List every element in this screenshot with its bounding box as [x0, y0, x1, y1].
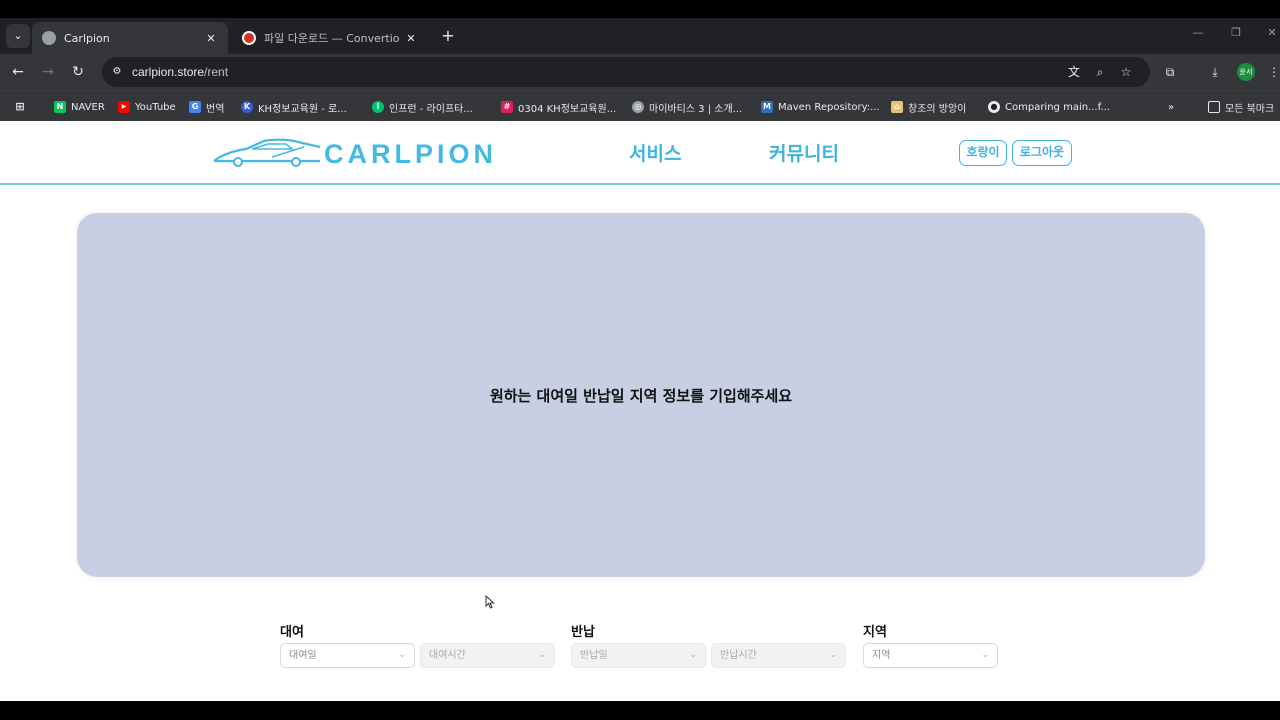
mouse-cursor-icon [485, 595, 495, 609]
naver-icon: N [54, 101, 66, 113]
url-text[interactable]: carlpion.store/rent [132, 65, 228, 79]
new-tab-button[interactable]: + [438, 26, 458, 46]
tab-carlpion[interactable]: Carlpion ✕ [32, 22, 228, 54]
extensions-icon[interactable]: ⧉ [1162, 64, 1178, 80]
close-icon[interactable]: ✕ [204, 32, 218, 45]
chevron-down-icon: ⌄ [829, 650, 837, 660]
reload-icon[interactable]: ↻ [68, 62, 88, 82]
bookmarks-bar: ⊞ N NAVER ▶ YouTube G 번역 K KH정보교육원 - 로... i인… [0, 90, 1280, 121]
nav-community[interactable]: 커뮤니티 [769, 139, 839, 166]
web-page: CARLPION 서비스 커뮤니티 호랑이 로그아웃 원하는 대여일 반납일 지… [0, 121, 1280, 701]
forward-icon[interactable]: → [38, 62, 58, 82]
google-translate-icon: G [189, 101, 201, 113]
bookmark-kh[interactable]: K KH정보교육원 - 로... [241, 99, 347, 115]
close-icon[interactable]: ✕ [404, 32, 418, 45]
folder-icon [1208, 101, 1220, 113]
chevron-down-icon: ⌄ [981, 650, 989, 660]
chevron-down-icon: ⌄ [689, 650, 697, 660]
tab-title: Carlpion [64, 31, 110, 45]
site-header: CARLPION 서비스 커뮤니티 호랑이 로그아웃 [0, 121, 1280, 185]
bookmark-naver[interactable]: N NAVER [54, 99, 105, 115]
profile-avatar[interactable]: 윤서 [1237, 63, 1255, 81]
browser-chrome: ⌄ Carlpion ✕ 파일 다운로드 — Convertio ✕ + — ❐… [0, 18, 1280, 121]
bookmark-translate[interactable]: G 번역 [189, 99, 224, 115]
user-button[interactable]: 호랑이 [959, 140, 1007, 166]
youtube-icon: ▶ [118, 101, 130, 113]
rent-date-select[interactable]: 대여일 ⌄ [280, 643, 415, 668]
rent-banner: 원하는 대여일 반납일 지역 정보를 기입해주세요 [77, 213, 1205, 577]
carlpion-logo[interactable]: CARLPION [212, 135, 502, 171]
banner-message: 원하는 대여일 반납일 지역 정보를 기입해주세요 [489, 387, 793, 405]
maximize-icon[interactable]: ❐ [1226, 26, 1246, 39]
rent-time-select[interactable]: 대여시간 ⌄ [420, 643, 555, 668]
site-info-icon[interactable]: ⚙ [110, 65, 124, 79]
return-date-select[interactable]: 반납일 ⌄ [571, 643, 706, 668]
slack-icon: # [501, 101, 513, 113]
top-black-bar [0, 0, 1280, 18]
apps-icon[interactable]: ⊞ [14, 99, 31, 115]
globe-icon [42, 31, 56, 45]
convertio-icon [242, 31, 256, 45]
bookmark-mybatis[interactable]: ◎ 마이바티스 3 | 소개... [632, 99, 742, 115]
bookmarks-folder[interactable]: 모든 북마크 [1208, 99, 1274, 115]
bookmark-star-icon[interactable]: ☆ [1118, 64, 1134, 80]
address-bar[interactable]: ⚙ carlpion.store/rent 文 ⌕ ☆ [102, 57, 1150, 87]
return-time-select[interactable]: 반납시간 ⌄ [711, 643, 846, 668]
maven-icon: M [761, 101, 773, 113]
tab-convertio[interactable]: 파일 다운로드 — Convertio ✕ [232, 22, 428, 54]
bookmark-house[interactable]: ⌂ 창조의 방앙이 [891, 99, 966, 115]
logo-text: CARLPION [324, 139, 497, 169]
bookmark-inflearn[interactable]: i 인프런 - 라이프타... [372, 99, 473, 115]
nav-services[interactable]: 서비스 [629, 139, 681, 166]
tab-strip: ⌄ Carlpion ✕ 파일 다운로드 — Convertio ✕ + — ❐… [0, 18, 1280, 54]
bookmark-youtube[interactable]: ▶ YouTube [118, 99, 176, 115]
menu-icon[interactable]: ⋮ [1266, 64, 1280, 80]
globe-icon: ◎ [632, 101, 644, 113]
kh-icon: K [241, 101, 253, 113]
tab-search-icon[interactable]: ⌄ [6, 24, 30, 48]
tab-title: 파일 다운로드 — Convertio [264, 32, 400, 45]
inflearn-icon: i [372, 101, 384, 113]
bottom-black-bar [0, 701, 1280, 720]
chevron-down-icon: ⌄ [538, 650, 546, 660]
translate-icon[interactable]: 文 [1066, 64, 1082, 80]
logout-button[interactable]: 로그아웃 [1012, 140, 1072, 166]
bookmark-slack[interactable]: #0304 KH정보교육원... [501, 99, 616, 115]
close-window-icon[interactable]: ✕ [1262, 26, 1280, 39]
house-icon: ⌂ [891, 101, 903, 113]
browser-toolbar: ← → ↻ ⚙ carlpion.store/rent 文 ⌕ ☆ ⧉ ⤓ 윤서… [0, 54, 1280, 90]
bookmark-maven[interactable]: M Maven Repository:... [761, 99, 880, 115]
github-icon: ● [988, 101, 1000, 113]
region-select[interactable]: 지역 ⌄ [863, 643, 998, 668]
return-label: 반납 [571, 625, 595, 640]
bookmark-github[interactable]: ● Comparing main...f... [988, 99, 1110, 115]
chevron-down-icon: ⌄ [398, 650, 406, 660]
rent-label: 대여 [280, 625, 304, 640]
region-label: 지역 [863, 625, 887, 640]
download-icon[interactable]: ⤓ [1207, 64, 1223, 80]
back-icon[interactable]: ← [8, 62, 28, 82]
car-logo-icon [213, 138, 321, 167]
bookmarks-overflow-icon[interactable]: » [1168, 99, 1174, 115]
zoom-icon[interactable]: ⌕ [1092, 64, 1108, 80]
minimize-icon[interactable]: — [1188, 26, 1208, 39]
